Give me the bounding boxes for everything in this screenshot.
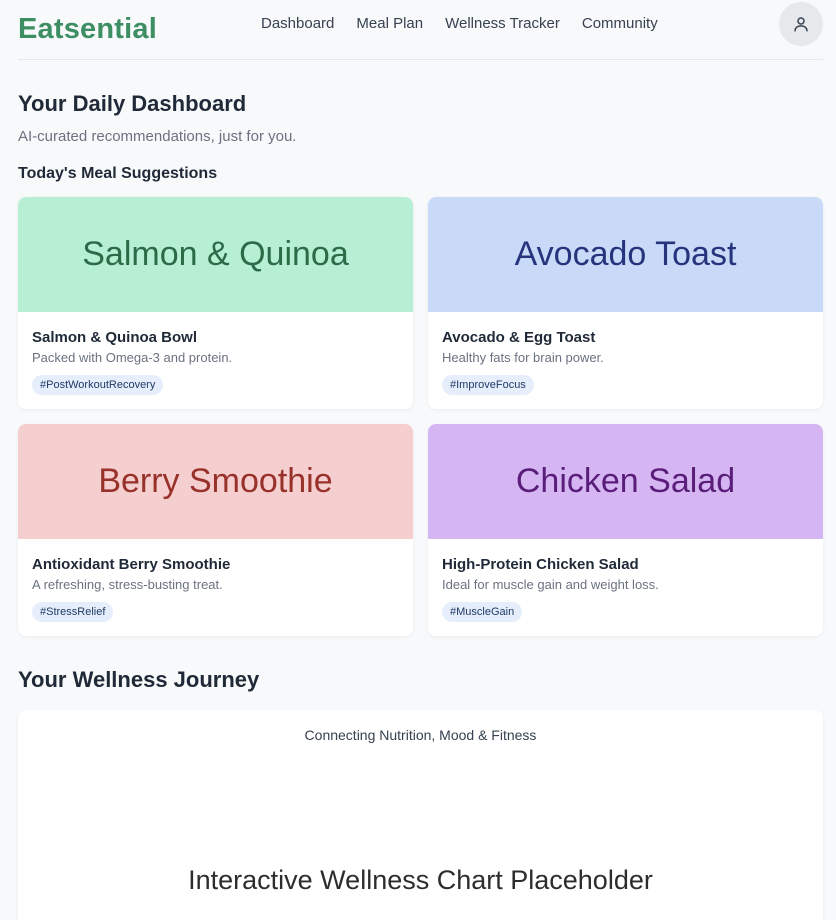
nav-meal-plan[interactable]: Meal Plan [356,14,423,34]
meal-tag[interactable]: #PostWorkoutRecovery [32,375,164,395]
meal-title: Antioxidant Berry Smoothie [32,556,231,573]
meal-card[interactable]: Salmon & Quinoa Salmon & Quinoa Bowl Pac… [18,197,413,409]
top-nav: Eatsential Dashboard Meal Plan Wellness … [18,0,823,60]
nav-dashboard[interactable]: Dashboard [261,14,334,34]
meal-card-body: Antioxidant Berry Smoothie A refreshing,… [18,539,413,622]
meal-card-body: Avocado & Egg Toast Healthy fats for bra… [428,312,823,395]
meal-description: Healthy fats for brain power. [442,350,604,365]
meal-title: Avocado & Egg Toast [442,329,596,346]
chart-placeholder: Interactive Wellness Chart Placeholder [188,865,653,895]
meal-grid: Salmon & Quinoa Salmon & Quinoa Bowl Pac… [18,197,823,636]
meal-description: Packed with Omega-3 and protein. [32,350,233,365]
main-nav: Dashboard Meal Plan Wellness Tracker Com… [261,14,680,34]
meal-card[interactable]: Chicken Salad High-Protein Chicken Salad… [428,424,823,636]
nav-community[interactable]: Community [582,14,658,34]
meal-image: Chicken Salad [428,424,823,539]
meal-title: Salmon & Quinoa Bowl [32,329,198,346]
meal-card[interactable]: Avocado Toast Avocado & Egg Toast Health… [428,197,823,409]
meal-description: A refreshing, stress-busting treat. [32,577,223,592]
meal-image-text: Chicken Salad [515,462,736,500]
meal-suggestions-heading: Today's Meal Suggestions [18,165,218,182]
meal-image-text: Salmon & Quinoa [82,235,349,273]
user-icon [794,17,808,32]
meal-title: High-Protein Chicken Salad [442,556,639,573]
meal-image-text: Avocado Toast [514,235,737,273]
logo[interactable]: Eatsential [18,13,157,46]
meal-card-body: High-Protein Chicken Salad Ideal for mus… [428,539,823,622]
wellness-journey-heading: Your Wellness Journey [18,667,260,692]
meal-tag[interactable]: #StressRelief [32,602,114,622]
meal-description: Ideal for muscle gain and weight loss. [442,577,659,592]
meal-image-text: Berry Smoothie [98,462,333,500]
meal-tag[interactable]: #MuscleGain [442,602,523,622]
nav-wellness-tracker[interactable]: Wellness Tracker [445,14,560,34]
meal-card-body: Salmon & Quinoa Bowl Packed with Omega-3… [18,312,413,395]
meal-tag[interactable]: #ImproveFocus [442,375,534,395]
meal-image: Berry Smoothie [18,424,413,539]
meal-card[interactable]: Berry Smoothie Antioxidant Berry Smoothi… [18,424,413,636]
meal-image: Salmon & Quinoa [18,197,413,312]
page: Eatsential Dashboard Meal Plan Wellness … [0,0,836,920]
chart-caption: Connecting Nutrition, Mood & Fitness [304,727,537,743]
page-title: Your Daily Dashboard [18,91,247,116]
wellness-chart-card: Connecting Nutrition, Mood & Fitness Int… [18,710,823,920]
user-avatar-button[interactable] [779,2,823,46]
meal-image: Avocado Toast [428,197,823,312]
page-subtitle: AI-curated recommendations, just for you… [18,128,297,145]
